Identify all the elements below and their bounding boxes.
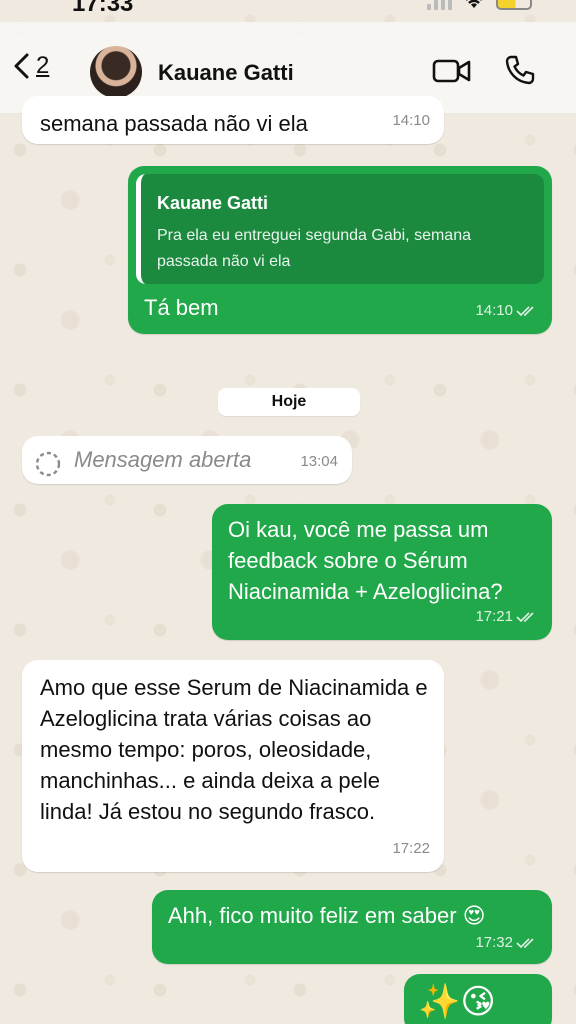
status-icons [427,0,532,10]
message-time: 17:32 [475,927,538,958]
message-time: 17:22 [392,840,430,857]
message-bubble-incoming[interactable]: Mensagem aberta 13:04 [22,436,352,484]
message-time: 17:21 [475,601,538,632]
back-button[interactable]: 2 [12,52,49,80]
message-bubble-outgoing[interactable]: ✨😘 [404,974,552,1024]
signal-icon [427,0,452,10]
status-time: 17:33 [72,0,134,17]
phone-call-icon[interactable] [504,54,536,86]
message-text: Amo que esse Serum de Niacinamida e Azel… [40,675,428,824]
unread-count: 2 [36,52,50,79]
double-check-icon [516,611,534,622]
avatar[interactable] [90,46,142,98]
wifi-icon [466,0,482,8]
contact-name[interactable]: Kauane Gatti [158,60,294,86]
double-check-icon [516,937,534,948]
view-once-icon [35,451,61,477]
message-text: Mensagem aberta [74,447,252,472]
message-bubble-outgoing[interactable]: Ahh, fico muito feliz em saber 😍 17:32 [152,890,552,964]
message-time: 13:04 [300,453,338,470]
message-text: ✨😘 [418,983,496,1021]
message-time: 14:10 [392,112,430,129]
message-bubble-incoming[interactable]: Amo que esse Serum de Niacinamida e Azel… [22,660,444,872]
quoted-text: Pra ela eu entreguei segunda Gabi, seman… [157,227,471,270]
quoted-message[interactable]: Kauane Gatti Pra ela eu entreguei segund… [136,174,544,284]
status-bar: 17:33 [0,0,576,22]
message-text: Tá bem [144,295,219,320]
message-bubble-incoming[interactable]: semana passada não vi ela 14:10 [22,96,444,144]
quoted-author: Kauane Gatti [157,193,269,213]
message-text: Oi kau, você me passa um feedback sobre … [228,517,503,604]
message-text: semana passada não vi ela [40,111,308,136]
message-bubble-outgoing[interactable]: Kauane Gatti Pra ela eu entreguei segund… [128,166,552,334]
double-check-icon [516,305,534,316]
message-time: 14:10 [475,295,538,326]
video-call-icon[interactable] [432,56,472,86]
message-bubble-outgoing[interactable]: Oi kau, você me passa um feedback sobre … [212,504,552,640]
battery-icon [496,0,532,10]
chevron-left-icon [14,53,29,79]
date-separator: Hoje [218,388,360,416]
